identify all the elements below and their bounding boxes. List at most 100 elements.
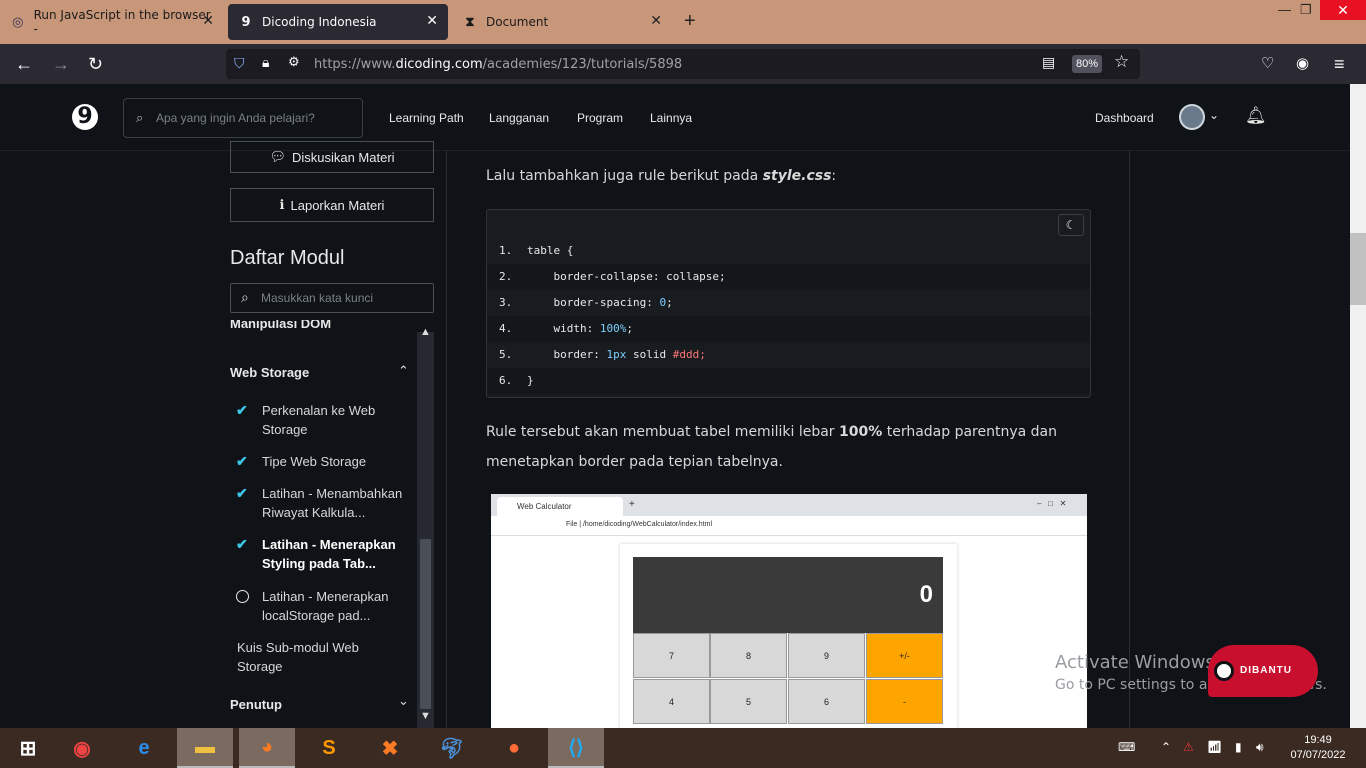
xampp-icon[interactable]: ✖ (362, 728, 418, 768)
bookmark-star-icon[interactable]: ☆ (1114, 52, 1129, 72)
module-search-placeholder: Masukkan kata kunci (261, 291, 374, 305)
calculator-key: 4 (633, 679, 710, 724)
browser-tab-run-javascript[interactable]: ◎ Run JavaScript in the browser - ✕ (0, 4, 224, 40)
window-close-icon[interactable]: ✕ (1320, 0, 1366, 20)
vscode-icon[interactable]: ⟨⟩ (548, 728, 604, 768)
module-item[interactable]: Kuis Sub-modul Web Storage (237, 638, 387, 676)
signal-icon[interactable]: 📶︎ (1207, 740, 1222, 754)
scroll-up-icon[interactable]: ▲ (420, 326, 431, 338)
permissions-icon[interactable]: ⚙ (288, 54, 300, 70)
divider (446, 151, 447, 728)
menu-icon[interactable]: ≡ (1334, 54, 1345, 74)
dicoding-logo[interactable]: 9 (72, 104, 98, 130)
calculator-key: 7 (633, 633, 710, 678)
sublime-text-icon[interactable]: S (301, 728, 357, 768)
account-icon[interactable]: ◉ (1296, 54, 1309, 74)
nav-langganan[interactable]: Langganan (489, 111, 549, 125)
url-text[interactable]: https://www.dicoding.com/academies/123/t… (314, 57, 682, 72)
new-tab-icon[interactable]: + (684, 10, 696, 33)
reader-view-icon[interactable]: ▤ (1042, 54, 1055, 71)
url-bar[interactable]: ⛉ 🔒︎ ⚙ https://www.dicoding.com/academie… (226, 49, 1140, 79)
pocket-icon[interactable]: ♡ (1261, 54, 1274, 74)
firefox-icon[interactable]: ◕ (239, 728, 295, 768)
nav-dashboard[interactable]: Dashboard (1095, 111, 1154, 125)
dark-mode-toggle-icon[interactable]: ☾ (1058, 214, 1084, 236)
section-penutup[interactable]: Penutup (230, 697, 282, 712)
code-line: 1. table { (499, 244, 574, 257)
forward-icon[interactable]: → (52, 54, 70, 74)
browser-tab-document[interactable]: ⧗ Document ✕ (452, 4, 672, 40)
restore-icon[interactable]: ❐ (1300, 2, 1312, 18)
report-label: Laporkan Materi (290, 197, 385, 213)
reload-icon[interactable]: ↻ (88, 54, 103, 74)
lock-icon[interactable]: 🔒︎ (262, 54, 269, 71)
browser-tab-dicoding[interactable]: 9 Dicoding Indonesia ✕ (228, 4, 448, 40)
help-label: DIBANTU (1240, 665, 1292, 676)
module-item-active[interactable]: Latihan - Menerapkan Styling pada Tab... (262, 535, 412, 573)
activate-windows-watermark: Activate Windows (1055, 652, 1215, 673)
battery-icon[interactable]: ▮ (1235, 740, 1242, 754)
code-line: 5. border: 1px solid #ddd; (499, 348, 706, 361)
mysql-workbench-icon[interactable]: 🐬︎ (424, 728, 480, 768)
chevron-down-icon[interactable]: ⌄ (398, 693, 409, 709)
chrome-icon[interactable]: ◉ (54, 728, 110, 768)
back-icon[interactable]: ← (15, 54, 33, 74)
page-scrollbar[interactable] (1350, 84, 1366, 728)
network-alert-icon[interactable]: ⚠ (1183, 740, 1194, 754)
site-search-input[interactable]: ⌕ Apa yang ingin Anda pelajari? (123, 98, 363, 138)
calculator-screenshot-image: Web Calculator + – □ ✕ File | /home/dico… (491, 494, 1087, 728)
sidebar-scrollbar-thumb[interactable] (420, 539, 431, 709)
chevron-down-icon[interactable]: ⌄ (1209, 108, 1219, 122)
windows-start-icon[interactable]: ⊞ (0, 728, 56, 768)
section-web-storage[interactable]: Web Storage (230, 365, 309, 380)
chevron-up-icon[interactable]: ⌃ (1161, 740, 1171, 754)
module-item[interactable]: Latihan - Menambahkan Riwayat Kalkula... (262, 484, 412, 522)
chevron-up-icon[interactable]: ⌃ (398, 363, 409, 379)
close-icon[interactable]: ✕ (426, 13, 438, 29)
volume-icon[interactable]: 🔊︎ (1256, 740, 1264, 755)
browser-tab-strip: ◎ Run JavaScript in the browser - ✕ 9 Di… (0, 0, 1366, 44)
check-icon: ✔ (236, 402, 248, 418)
module-item[interactable]: Latihan - Menerapkan localStorage pad... (262, 587, 412, 625)
shield-icon[interactable]: ⛉ (234, 55, 245, 72)
bell-icon[interactable]: 🔔︎ (1245, 106, 1267, 126)
module-item[interactable]: Tipe Web Storage (262, 452, 412, 471)
internet-explorer-icon[interactable]: e (116, 728, 172, 768)
screenshot-tab: Web Calculator (497, 497, 623, 516)
nav-learning-path[interactable]: Learning Path (389, 111, 464, 125)
postman-icon[interactable]: ● (486, 728, 542, 768)
site-header: 9 ⌕ Apa yang ingin Anda pelajari? Learni… (0, 84, 1350, 151)
discuss-button[interactable]: 💬︎ Diskusikan Materi (230, 141, 434, 173)
close-icon[interactable]: ✕ (202, 13, 214, 29)
module-search-input[interactable]: ⌕ Masukkan kata kunci (230, 283, 434, 313)
search-icon: ⌕ (241, 289, 249, 305)
taskbar-clock[interactable]: 19:49 07/07/2022 (1290, 733, 1346, 763)
close-icon[interactable]: ✕ (650, 13, 662, 29)
report-button[interactable]: ℹ Laporkan Materi (230, 188, 434, 222)
code-line: 2. border-collapse: collapse; (487, 264, 1090, 290)
check-icon: ✔ (236, 485, 248, 501)
calculator-key: 8 (710, 633, 787, 678)
keyboard-icon[interactable]: ⌨ (1118, 740, 1135, 754)
avatar[interactable] (1179, 104, 1205, 130)
section-manipulasi-dom[interactable]: Manipulasi DOM (230, 320, 331, 334)
module-item[interactable]: Perkenalan ke Web Storage (262, 401, 412, 439)
file-explorer-icon[interactable]: ▬ (177, 728, 233, 768)
zoom-level[interactable]: 80% (1072, 55, 1102, 73)
windows-taskbar: ⊞ ◉ e ▬ ◕ S ✖ 🐬︎ ● ⟨⟩ ⌨ ⌃ ⚠ 📶︎ ▮ 🔊︎ 19:4… (0, 728, 1366, 768)
nav-program[interactable]: Program (577, 111, 623, 125)
help-button[interactable]: DIBANTU (1208, 645, 1318, 697)
calculator-key: 9 (788, 633, 865, 678)
screenshot-addressbar: File | /home/dicoding/WebCalculator/inde… (491, 516, 1087, 536)
check-icon: ✔ (236, 536, 248, 552)
nav-lainnya[interactable]: Lainnya (650, 111, 692, 125)
code-block: ☾ 1. table { 2. border-collapse: collapse… (486, 209, 1091, 398)
page-scrollbar-thumb[interactable] (1350, 233, 1366, 305)
tab-title: Dicoding Indonesia (262, 15, 377, 29)
calculator-key: - (866, 679, 943, 724)
scroll-down-icon[interactable]: ▼ (420, 710, 431, 722)
code-icon: ◎ (12, 14, 24, 30)
minimize-icon[interactable]: — (1278, 2, 1291, 17)
search-placeholder: Apa yang ingin Anda pelajari? (156, 111, 315, 125)
tab-title: Run JavaScript in the browser - (33, 8, 211, 36)
